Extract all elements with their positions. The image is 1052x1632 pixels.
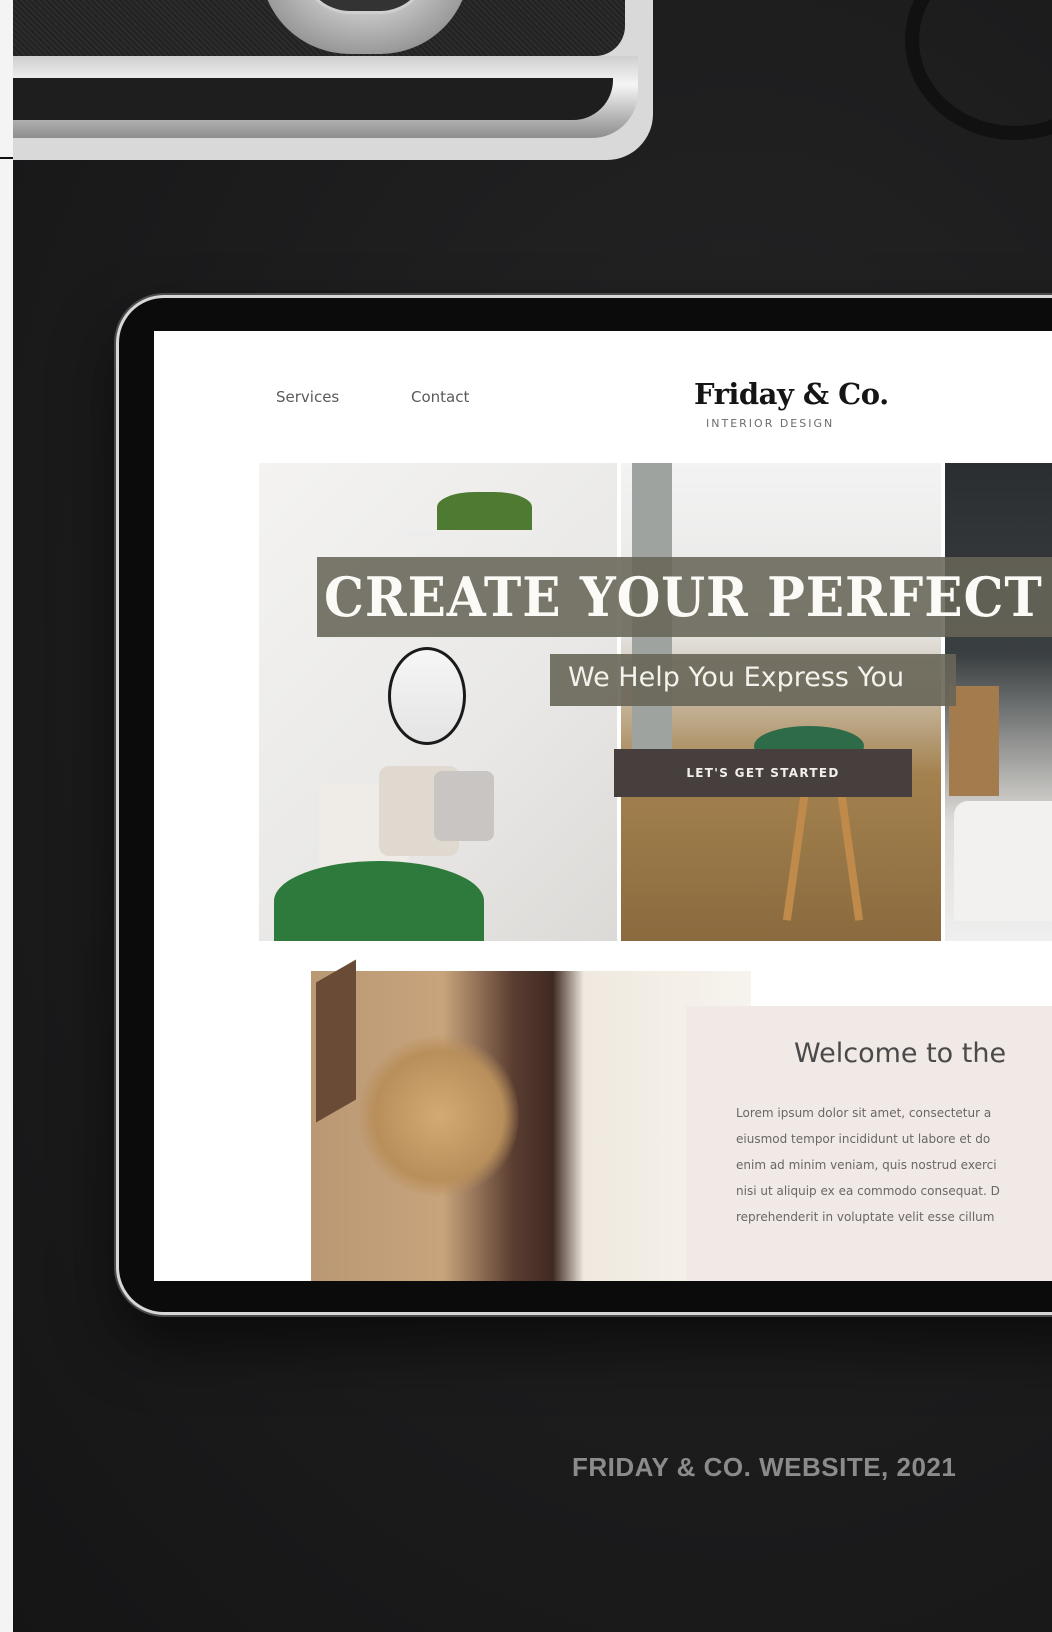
wood-wall	[949, 686, 999, 796]
left-margin-strip	[0, 0, 13, 1632]
desk-scene: Services Contact Friday & Co. INTERIOR D…	[0, 0, 1052, 1632]
body-line: eiusmod tempor incididunt ut labore et d…	[736, 1132, 991, 1146]
bathtub	[954, 801, 1052, 921]
corner-rule	[0, 157, 13, 159]
nav-services-link[interactable]: Services	[276, 388, 339, 406]
lens-edge	[905, 0, 1052, 140]
nav-contact-link[interactable]: Contact	[411, 388, 469, 406]
shelf-plant	[437, 492, 532, 530]
welcome-heading: Welcome to the	[794, 1038, 1007, 1069]
welcome-card: Welcome to the Lorem ipsum dolor sit ame…	[686, 1006, 1052, 1281]
hero-subtitle: We Help You Express You	[568, 662, 905, 693]
camera-underside	[13, 78, 613, 120]
body-line: nisi ut aliquip ex ea commodo consequat.…	[736, 1184, 1000, 1198]
pampas-grass	[359, 1031, 519, 1201]
monstera-leaves	[274, 861, 484, 941]
brand-tagline: INTERIOR DESIGN	[706, 417, 835, 430]
get-started-button[interactable]: LET'S GET STARTED	[614, 749, 912, 797]
hero-title: CREATE YOUR PERFECT	[324, 565, 1043, 629]
welcome-body: Lorem ipsum dolor sit amet, consectetur …	[736, 1100, 1052, 1230]
body-line: reprehenderit in voluptate velit esse ci…	[736, 1210, 995, 1224]
body-line: Lorem ipsum dolor sit amet, consectetur …	[736, 1106, 992, 1120]
project-caption: FRIDAY & CO. WEBSITE, 2021	[572, 1452, 957, 1482]
tablet-screen: Services Contact Friday & Co. INTERIOR D…	[154, 331, 1052, 1281]
shelf	[402, 531, 532, 537]
pillow	[434, 771, 494, 841]
picture-frame-edge	[316, 959, 356, 1123]
body-line: enim ad minim veniam, quis nostrud exerc…	[736, 1158, 997, 1172]
round-mirror	[388, 647, 466, 745]
brand-logo[interactable]: Friday & Co.	[694, 377, 889, 411]
